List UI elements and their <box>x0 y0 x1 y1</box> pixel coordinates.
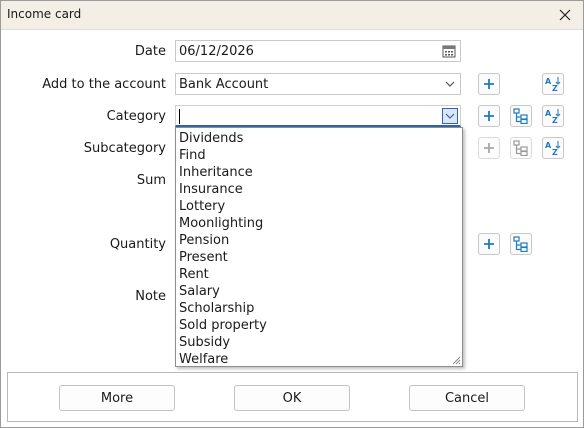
more-button[interactable]: More <box>59 385 175 411</box>
date-value: 06/12/2026 <box>179 44 254 59</box>
add-quantity-unit-button[interactable] <box>478 233 500 255</box>
dropdown-option[interactable]: Insurance <box>179 181 449 198</box>
dropdown-option[interactable]: Welfare <box>179 351 449 368</box>
svg-text:A: A <box>545 109 552 118</box>
dropdown-option[interactable]: Dividends <box>179 130 449 147</box>
subcategory-label: Subcategory <box>83 141 166 156</box>
add-account-button[interactable] <box>478 73 500 95</box>
date-field[interactable]: 06/12/2026 <box>175 40 461 62</box>
close-icon <box>559 9 571 21</box>
account-value: Bank Account <box>179 77 269 92</box>
sort-az-icon: A Z <box>545 109 561 125</box>
sort-accounts-button[interactable]: A Z <box>542 73 564 95</box>
account-dropdown-button[interactable] <box>442 76 458 92</box>
ok-button[interactable]: OK <box>234 385 350 411</box>
text-cursor <box>179 109 180 124</box>
window-title: Income card <box>7 7 82 21</box>
subcategory-tree-button[interactable] <box>510 137 532 159</box>
plus-icon <box>484 79 494 89</box>
svg-text:A: A <box>545 141 552 150</box>
dropdown-option[interactable]: Present <box>179 249 449 266</box>
dropdown-option[interactable]: Sold property <box>179 317 449 334</box>
svg-text:A: A <box>545 77 552 86</box>
dropdown-option[interactable]: Find <box>179 147 449 164</box>
date-label: Date <box>134 44 166 59</box>
chevron-down-icon <box>445 81 455 87</box>
category-dropdown-list[interactable]: Dividends Find Inheritance Insurance Lot… <box>175 127 463 367</box>
sum-label: Sum <box>136 173 166 188</box>
dropdown-option[interactable]: Moonlighting <box>179 215 449 232</box>
note-label: Note <box>135 289 166 304</box>
calendar-button[interactable] <box>441 43 457 59</box>
sort-categories-button[interactable]: A Z <box>542 105 564 127</box>
dropdown-option[interactable]: Scholarship <box>179 300 449 317</box>
category-combobox[interactable] <box>175 105 461 127</box>
dropdown-option[interactable]: Salary <box>179 283 449 300</box>
dropdown-option[interactable]: Inheritance <box>179 164 449 181</box>
category-label: Category <box>106 109 166 124</box>
quantity-label: Quantity <box>109 237 166 252</box>
sort-az-icon: A Z <box>545 77 561 93</box>
sort-subcategories-button[interactable]: A Z <box>542 137 564 159</box>
cancel-button[interactable]: Cancel <box>409 385 525 411</box>
tree-list-icon <box>513 236 528 252</box>
dropdown-option[interactable]: Pension <box>179 232 449 249</box>
close-button[interactable] <box>553 4 577 26</box>
dropdown-option[interactable]: Subsidy <box>179 334 449 351</box>
plus-icon <box>484 111 494 121</box>
svg-text:Z: Z <box>552 116 558 125</box>
chevron-down-icon <box>445 113 455 119</box>
svg-text:Z: Z <box>552 148 558 157</box>
button-bar: More OK Cancel <box>7 372 578 422</box>
plus-icon <box>484 143 494 153</box>
title-bar: Income card <box>1 1 583 30</box>
add-subcategory-button[interactable] <box>478 137 500 159</box>
account-label: Add to the account <box>42 77 166 92</box>
resize-grip-icon[interactable] <box>451 355 461 365</box>
add-category-button[interactable] <box>478 105 500 127</box>
category-dropdown-button[interactable] <box>442 108 458 124</box>
svg-text:Z: Z <box>552 84 558 93</box>
sort-az-icon: A Z <box>545 141 561 157</box>
quantity-tree-button[interactable] <box>510 233 532 255</box>
tree-list-icon <box>513 140 528 156</box>
tree-list-icon <box>513 108 528 124</box>
account-combobox[interactable]: Bank Account <box>175 73 461 95</box>
dropdown-option[interactable]: Lottery <box>179 198 449 215</box>
plus-icon <box>484 239 494 249</box>
dropdown-option[interactable]: Rent <box>179 266 449 283</box>
category-tree-button[interactable] <box>510 105 532 127</box>
income-card-window: Income card Date 06/12/2026 Add to the a… <box>0 0 584 428</box>
calendar-icon <box>442 45 456 58</box>
